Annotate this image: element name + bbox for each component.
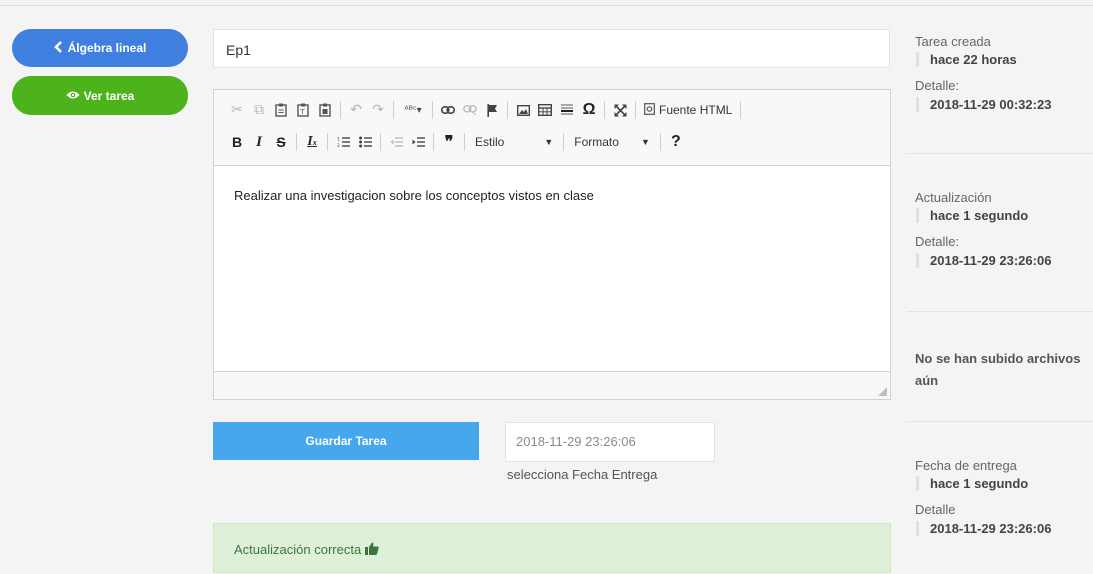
toolbar-separator [340,101,341,119]
due-relative: hace 1 segundo [916,476,1051,491]
undo-icon[interactable]: ↶ [345,99,367,121]
due-date-input[interactable]: 2018-11-29 23:26:06 [505,422,715,462]
format-select[interactable]: Formato ▼ [568,135,656,149]
toolbar-separator [433,133,434,151]
editor-content[interactable]: Realizar una investigacion sobre los con… [214,166,890,371]
toolbar-separator [604,101,605,119]
spellcheck-icon[interactable]: ᴬᴮᶜ▾ [398,99,428,121]
due-label: Fecha de entrega [915,458,1017,473]
updated-detail-label: Detalle: [915,234,960,249]
help-icon[interactable]: ? [665,131,687,153]
maximize-icon[interactable] [609,99,631,121]
strikethrough-icon[interactable]: S [270,131,292,153]
chevron-left-icon [53,40,64,56]
task-title-input[interactable]: Ep1 [213,29,890,68]
thumbs-up-icon [365,542,379,558]
format-select-label: Formato [574,135,619,149]
back-course-button[interactable]: Álgebra lineal [12,29,188,67]
image-icon[interactable] [512,99,534,121]
editor-paragraph: Realizar una investigacion sobre los con… [234,188,594,203]
back-course-label: Álgebra lineal [67,41,147,55]
style-select[interactable]: Estilo ▼ [469,135,559,149]
paste-word-icon[interactable] [314,99,336,121]
blockquote-icon[interactable]: ❞ [438,131,460,153]
created-section: Tarea creada hace 22 horas Detalle: 2018… [915,34,1051,112]
toolbar-separator [507,101,508,119]
due-section: Fecha de entrega hace 1 segundo Detalle … [915,458,1051,536]
view-task-button[interactable]: Ver tarea [12,76,188,115]
created-relative: hace 22 horas [916,52,1051,67]
redo-icon[interactable]: ↷ [367,99,389,121]
toolbar-separator [296,133,297,151]
due-detail: 2018-11-29 23:26:06 [916,521,1051,536]
link-icon[interactable] [437,99,459,121]
table-icon[interactable] [534,99,556,121]
source-icon [644,102,655,118]
view-task-label: Ver tarea [83,89,135,103]
updated-relative: hace 1 segundo [916,208,1051,223]
svg-text:1: 1 [337,137,340,143]
source-html-label: Fuente HTML [659,103,733,117]
indent-icon[interactable] [407,131,429,153]
toolbar-separator [327,133,328,151]
chevron-down-icon: ▼ [640,137,650,147]
created-detail: 2018-11-29 00:32:23 [916,97,1051,112]
created-detail-label: Detalle: [915,78,960,93]
toolbar-separator [380,133,381,151]
updated-section: Actualización hace 1 segundo Detalle: 20… [915,190,1051,268]
sidebar-divider [906,311,1093,312]
toolbar-separator [563,133,565,151]
italic-icon[interactable]: I [248,131,270,153]
save-task-button[interactable]: Guardar Tarea [213,422,479,460]
editor-footer [214,371,890,399]
svg-text:2: 2 [337,143,340,148]
toolbar-separator [659,133,661,151]
paste-icon[interactable] [270,99,292,121]
top-divider [0,5,1093,6]
horizontal-rule-icon[interactable] [556,99,578,121]
anchor-flag-icon[interactable] [481,99,503,121]
toolbar-separator [740,101,742,119]
editor-toolbar: ✂ ⧉ T ↶ ↷ ᴬᴮᶜ▾ Ω Fuente HTML B I S I x 1… [214,90,890,166]
success-alert: Actualización correcta [213,523,891,573]
chevron-down-icon: ▼ [544,137,554,147]
unlink-icon[interactable] [459,99,481,121]
sidebar-divider [906,421,1093,422]
special-char-icon[interactable]: Ω [578,99,600,121]
style-select-label: Estilo [475,135,505,149]
sidebar-divider [906,153,1093,154]
paste-text-icon[interactable]: T [292,99,314,121]
copy-icon[interactable]: ⧉ [248,99,270,121]
toolbar-separator [635,101,636,119]
files-message: No se han subido archivos aún [915,351,1081,388]
bullet-list-icon[interactable] [354,131,376,153]
source-html-button[interactable]: Fuente HTML [640,102,736,118]
remove-format-icon[interactable]: Ix [301,131,323,153]
outdent-icon[interactable] [385,131,407,153]
updated-detail: 2018-11-29 23:26:06 [916,253,1051,268]
toolbar-separator [393,101,394,119]
eye-icon [66,89,80,103]
due-date-help-text: selecciona Fecha Entrega [507,467,658,482]
alert-message: Actualización correcta [234,542,362,557]
resize-handle-icon[interactable] [878,387,887,396]
svg-text:T: T [299,108,305,116]
created-label: Tarea creada [915,34,991,49]
cut-icon[interactable]: ✂ [226,99,248,121]
bold-icon[interactable]: B [226,131,248,153]
rich-text-editor: ✂ ⧉ T ↶ ↷ ᴬᴮᶜ▾ Ω Fuente HTML B I S I x 1… [213,89,891,400]
numbered-list-icon[interactable]: 12 [332,131,354,153]
toolbar-separator [432,101,433,119]
due-detail-label: Detalle [915,502,956,517]
updated-label: Actualización [915,190,992,205]
toolbar-separator [464,133,465,151]
